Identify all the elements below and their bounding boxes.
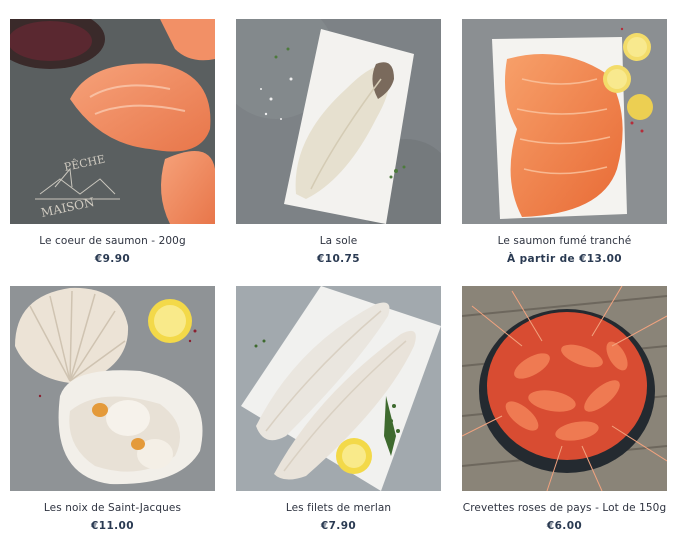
shrimp-bowl-image xyxy=(462,286,667,491)
product-card[interactable]: La sole €10.75 xyxy=(236,19,441,284)
product-price: €10.75 xyxy=(317,253,360,265)
product-image-whiting[interactable] xyxy=(236,286,441,491)
product-name[interactable]: Le coeur de saumon - 200g xyxy=(10,235,215,248)
salmon-fillet-image: PÊCHE MAISON xyxy=(10,19,215,224)
product-price: €9.90 xyxy=(94,253,131,265)
product-image-sole[interactable] xyxy=(236,19,441,224)
sole-image xyxy=(236,19,441,224)
product-price: €7.90 xyxy=(320,520,357,532)
product-name[interactable]: La sole xyxy=(236,235,441,248)
product-card[interactable]: Crevettes roses de pays - Lot de 150g €6… xyxy=(462,286,667,549)
product-image-shrimp[interactable] xyxy=(462,286,667,491)
product-image-scallops[interactable] xyxy=(10,286,215,491)
product-price: €6.00 xyxy=(546,520,583,532)
product-price: À partir de €13.00 xyxy=(506,253,623,265)
product-name[interactable]: Les noix de Saint-Jacques xyxy=(10,502,215,515)
product-price: €11.00 xyxy=(91,520,134,532)
smoked-salmon-image xyxy=(462,19,667,224)
product-grid: PÊCHE MAISON Le coeur de saumon - 200g €… xyxy=(0,0,680,549)
product-image-smoked-salmon[interactable] xyxy=(462,19,667,224)
product-name[interactable]: Le saumon fumé tranché xyxy=(462,235,667,248)
product-name[interactable]: Crevettes roses de pays - Lot de 150g xyxy=(462,502,667,515)
product-name[interactable]: Les filets de merlan xyxy=(236,502,441,515)
product-card[interactable]: Les noix de Saint-Jacques €11.00 xyxy=(10,286,215,549)
scallops-image xyxy=(10,286,215,491)
product-image-salmon-fillet[interactable]: PÊCHE MAISON xyxy=(10,19,215,224)
product-card[interactable]: Les filets de merlan €7.90 xyxy=(236,286,441,549)
product-card[interactable]: PÊCHE MAISON Le coeur de saumon - 200g €… xyxy=(10,19,215,284)
product-card[interactable]: Le saumon fumé tranché À partir de €13.0… xyxy=(462,19,667,284)
whiting-fillets-image xyxy=(236,286,441,491)
